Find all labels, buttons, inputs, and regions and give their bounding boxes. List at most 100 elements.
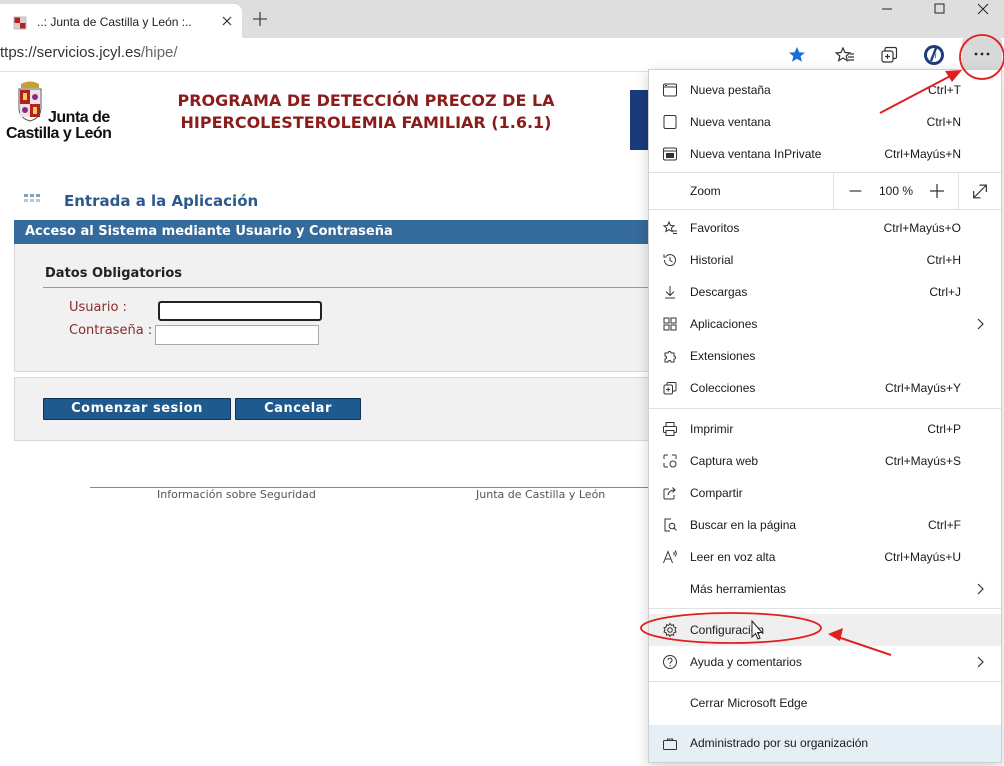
security-info-link[interactable]: Información sobre Seguridad (157, 488, 316, 501)
menu-label: Administrado por su organización (690, 736, 869, 750)
required-data-title: Datos Obligatorios (45, 266, 183, 281)
menu-label: Cerrar Microsoft Edge (690, 696, 808, 710)
user-label: Usuario : (69, 300, 127, 315)
divider (43, 287, 651, 288)
menu-more-tools[interactable]: Más herramientas (649, 573, 1001, 605)
apps-icon (663, 317, 677, 331)
logo-line-2: Castilla y León (6, 125, 112, 142)
fullscreen-button[interactable] (958, 173, 1001, 209)
browser-toolbar: ttps://servicios.jcyl.es/hipe/ i (0, 38, 1004, 72)
plus-icon[interactable] (250, 9, 270, 29)
gear-icon (663, 622, 677, 638)
read-aloud-icon (663, 550, 677, 564)
help-icon (663, 655, 677, 669)
menu-apps[interactable]: Aplicaciones (649, 308, 1001, 340)
maximize-icon[interactable] (916, 0, 962, 18)
menu-share[interactable]: Compartir (649, 477, 1001, 509)
menu-label: Nueva ventana (690, 115, 771, 129)
junta-logo-text: Junta de Castilla y León (6, 109, 112, 142)
menu-zoom-row: Zoom 100 % (649, 173, 1001, 209)
start-session-button[interactable]: Comenzar sesion (43, 398, 231, 420)
menu-managed-by-org[interactable]: Administrado por su organización (649, 725, 1001, 762)
menu-divider (649, 608, 1001, 609)
program-title-line-1: PROGRAMA DE DETECCIÓN PRECOZ DE LA (177, 91, 555, 110)
zoom-in-button[interactable] (917, 173, 957, 209)
find-icon (664, 518, 677, 532)
menu-read-aloud[interactable]: Leer en voz alta Ctrl+Mayús+U (649, 541, 1001, 573)
grid-dots-icon (24, 194, 40, 202)
menu-favorites[interactable]: Favoritos Ctrl+Mayús+O (649, 212, 1001, 244)
access-header: Acceso al Sistema mediante Usuario y Con… (14, 220, 650, 244)
menu-label: Compartir (690, 486, 743, 500)
menu-shortcut: Ctrl+J (929, 285, 961, 299)
close-icon[interactable] (219, 13, 235, 29)
inprivate-icon (663, 147, 677, 161)
star-icon[interactable] (785, 43, 809, 67)
browser-tab[interactable]: ..: Junta de Castilla y León :.. (0, 4, 242, 38)
menu-shortcut: Ctrl+Mayús+N (884, 147, 961, 161)
menu-web-capture[interactable]: Captura web Ctrl+Mayús+S (649, 445, 1001, 477)
menu-label: Descargas (690, 285, 748, 299)
web-capture-icon (663, 454, 677, 468)
menu-extensions[interactable]: Extensiones (649, 340, 1001, 372)
banner-image (630, 90, 650, 150)
zoom-out-button[interactable] (833, 173, 877, 209)
menu-label: Aplicaciones (690, 317, 758, 331)
favorites-icon[interactable] (833, 43, 857, 67)
menu-shortcut: Ctrl+H (926, 253, 961, 267)
tab-title: ..: Junta de Castilla y León :.. (37, 15, 192, 29)
password-input[interactable] (155, 325, 319, 345)
collections-menu-icon (663, 382, 677, 395)
login-form-panel: Datos Obligatorios Usuario : Contraseña … (14, 244, 651, 372)
menu-label: Leer en voz alta (690, 550, 776, 564)
button-panel: Comenzar sesion Cancelar (14, 377, 650, 441)
minimize-icon[interactable] (864, 0, 910, 18)
menu-new-window[interactable]: Nueva ventana Ctrl+N (649, 106, 1001, 138)
menu-shortcut: Ctrl+F (928, 518, 961, 532)
menu-shortcut: Ctrl+Mayús+S (884, 454, 961, 468)
menu-divider (649, 681, 1001, 682)
entry-title: Entrada a la Aplicación (64, 192, 259, 210)
junta-footer-link[interactable]: Junta de Castilla y León (476, 488, 605, 501)
menu-settings[interactable]: Configuración (649, 614, 1001, 646)
menu-label: Historial (690, 253, 734, 267)
menu-label: Colecciones (690, 381, 756, 395)
logo-line-1: Junta de (48, 109, 110, 126)
menu-new-inprivate[interactable]: Nueva ventana InPrivate Ctrl+Mayús+N (649, 138, 1001, 170)
menu-downloads[interactable]: Descargas Ctrl+J (649, 276, 1001, 308)
menu-shortcut: Ctrl+N (926, 115, 961, 129)
chevron-right-icon (977, 583, 984, 595)
menu-label: Más herramientas (690, 582, 787, 596)
profile-icon[interactable]: i (922, 43, 946, 67)
more-button[interactable] (962, 38, 1002, 70)
menu-label: Configuración (690, 623, 765, 637)
zoom-value: 100 % (878, 184, 914, 198)
menu-label: Buscar en la página (690, 518, 797, 532)
menu-label: Extensiones (690, 349, 756, 363)
menu-help[interactable]: Ayuda y comentarios (649, 646, 1001, 678)
menu-history[interactable]: Historial Ctrl+H (649, 244, 1001, 276)
user-input[interactable] (158, 301, 322, 321)
menu-label: Nueva pestaña (690, 83, 771, 97)
program-title-line-2: HIPERCOLESTEROLEMIA FAMILIAR (1.6.1) (180, 113, 552, 132)
password-label: Contraseña : (69, 323, 153, 338)
menu-find[interactable]: Buscar en la página Ctrl+F (649, 509, 1001, 541)
collections-icon[interactable] (877, 43, 901, 67)
more-icon (974, 52, 990, 56)
new-window-icon (663, 115, 677, 129)
address-bar[interactable]: ttps://servicios.jcyl.es/hipe/ (0, 44, 178, 61)
menu-collections[interactable]: Colecciones Ctrl+Mayús+Y (649, 372, 1001, 404)
zoom-label: Zoom (690, 184, 721, 198)
cancel-button[interactable]: Cancelar (235, 398, 361, 420)
menu-new-tab[interactable]: Nueva pestaña Ctrl+T (649, 74, 1001, 106)
menu-print[interactable]: Imprimir Ctrl+P (649, 413, 1001, 445)
browser-settings-menu: Nueva pestaña Ctrl+T Nueva ventana Ctrl+… (648, 69, 1002, 763)
menu-close-edge[interactable]: Cerrar Microsoft Edge (649, 687, 1001, 719)
menu-label: Imprimir (690, 422, 734, 436)
close-window-icon[interactable] (960, 0, 1004, 18)
menu-shortcut: Ctrl+Mayús+O (883, 221, 961, 235)
new-tab-icon (663, 83, 677, 97)
menu-label: Nueva ventana InPrivate (690, 147, 822, 161)
history-icon (663, 254, 676, 267)
menu-label: Favoritos (690, 221, 740, 235)
